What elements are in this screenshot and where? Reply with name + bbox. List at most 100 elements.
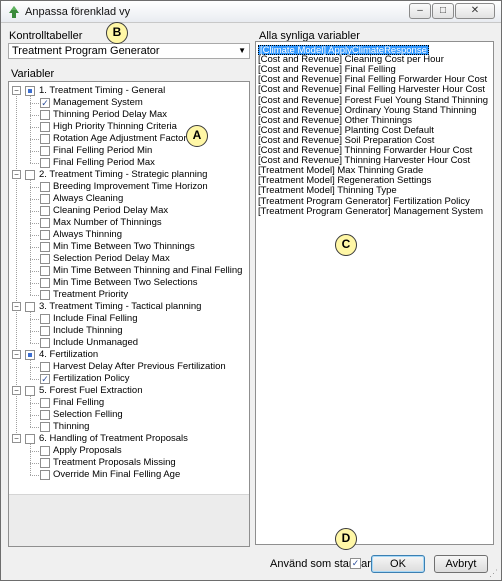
tree-item-checkbox[interactable] bbox=[40, 194, 50, 204]
tree-item-label[interactable]: Always Thinning bbox=[53, 229, 122, 241]
resize-grip-icon[interactable]: ⋰ bbox=[489, 568, 499, 578]
tree-item-label[interactable]: Include Thinning bbox=[53, 325, 123, 337]
tree-item-label[interactable]: Min Time Between Thinning and Final Fell… bbox=[53, 265, 242, 277]
tree-item-label[interactable]: Max Number of Thinnings bbox=[53, 217, 162, 229]
tree-item-label[interactable]: Selection Period Delay Max bbox=[53, 253, 170, 265]
visible-variable-item[interactable]: [Cost and Revenue] Forest Fuel Young Sta… bbox=[258, 95, 488, 106]
callout-badge-b: B bbox=[106, 22, 128, 44]
tree-item-label[interactable]: Apply Proposals bbox=[53, 445, 122, 457]
tree-item-label[interactable]: Selection Felling bbox=[53, 409, 123, 421]
tree-item-label[interactable]: Min Time Between Two Selections bbox=[53, 277, 198, 289]
tree-item-checkbox[interactable] bbox=[40, 230, 50, 240]
use-as-default-checkbox[interactable]: ✓ bbox=[350, 558, 361, 569]
visible-variables-list[interactable]: [Climate Model] ApplyClimateResponse [Cos… bbox=[255, 41, 494, 545]
cancel-button[interactable]: Avbryt bbox=[434, 555, 488, 573]
tree-item-label[interactable]: Always Cleaning bbox=[53, 193, 123, 205]
tree-item-label[interactable]: High Priority Thinning Criteria bbox=[53, 121, 177, 133]
tree-item-checkbox[interactable] bbox=[40, 290, 50, 300]
tree-group-label[interactable]: 5. Forest Fuel Extraction bbox=[39, 385, 142, 397]
visible-variable-item[interactable]: [Treatment Program Generator] Fertilizat… bbox=[258, 196, 470, 207]
tree-item-checkbox[interactable] bbox=[40, 338, 50, 348]
tree-item-checkbox[interactable] bbox=[40, 362, 50, 372]
tree-item-label[interactable]: Override Min Final Felling Age bbox=[53, 469, 180, 481]
tree-group-checkbox[interactable] bbox=[25, 86, 35, 96]
tree-expander-icon[interactable]: − bbox=[12, 170, 21, 179]
callout-badge-a: A bbox=[186, 125, 208, 147]
title-bar[interactable]: Anpassa förenklad vy – □ ✕ bbox=[1, 1, 501, 23]
tree-connector bbox=[30, 271, 39, 272]
visible-variable-item[interactable]: [Treatment Program Generator] Management… bbox=[258, 206, 483, 217]
tree-group-checkbox[interactable] bbox=[25, 302, 35, 312]
tree-item-checkbox[interactable] bbox=[40, 134, 50, 144]
tree-item-checkbox[interactable] bbox=[40, 470, 50, 480]
tree-group-label[interactable]: 2. Treatment Timing - Strategic planning bbox=[39, 169, 207, 181]
tree-item-checkbox[interactable]: ✓ bbox=[40, 374, 50, 384]
tree-item-label[interactable]: Harvest Delay After Previous Fertilizati… bbox=[53, 361, 226, 373]
tree-group-checkbox[interactable] bbox=[25, 350, 35, 360]
tree-item-label[interactable]: Thinning Period Delay Max bbox=[53, 109, 167, 121]
tree-item-checkbox[interactable] bbox=[40, 326, 50, 336]
minimize-button[interactable]: – bbox=[409, 3, 431, 19]
tree-item-label[interactable]: Cleaning Period Delay Max bbox=[53, 205, 168, 217]
tree-connector bbox=[30, 444, 31, 475]
tree-icon bbox=[9, 6, 19, 18]
tree-item-label[interactable]: Include Final Felling bbox=[53, 313, 138, 325]
tree-group-label[interactable]: 6. Handling of Treatment Proposals bbox=[39, 433, 188, 445]
tree-item-checkbox[interactable] bbox=[40, 266, 50, 276]
tree-group-checkbox[interactable] bbox=[25, 386, 35, 396]
close-button[interactable]: ✕ bbox=[455, 3, 495, 19]
tree-item-checkbox[interactable] bbox=[40, 422, 50, 432]
tree-item-checkbox[interactable]: ✓ bbox=[40, 98, 50, 108]
tree-item-checkbox[interactable] bbox=[40, 314, 50, 324]
tree-item-checkbox[interactable] bbox=[40, 122, 50, 132]
tree-item-checkbox[interactable] bbox=[40, 218, 50, 228]
tree-item-label[interactable]: Final Felling bbox=[53, 397, 104, 409]
tree-connector bbox=[30, 187, 39, 188]
tree-item-checkbox[interactable] bbox=[40, 398, 50, 408]
tree-item-checkbox[interactable] bbox=[40, 158, 50, 168]
tree-item-checkbox[interactable] bbox=[40, 278, 50, 288]
tree-expander-icon[interactable]: − bbox=[12, 86, 21, 95]
tree-item-checkbox[interactable] bbox=[40, 110, 50, 120]
tree-expander-icon[interactable]: − bbox=[12, 302, 21, 311]
tree-item-label[interactable]: Treatment Priority bbox=[53, 289, 128, 301]
tree-item-checkbox[interactable] bbox=[40, 242, 50, 252]
tree-item-checkbox[interactable] bbox=[40, 458, 50, 468]
tree-connector bbox=[30, 427, 39, 428]
tree-group-label[interactable]: 1. Treatment Timing - General bbox=[39, 85, 165, 97]
tree-item-label[interactable]: Management System bbox=[53, 97, 143, 109]
tree-connector bbox=[30, 247, 39, 248]
tree-item-label[interactable]: Treatment Proposals Missing bbox=[53, 457, 176, 469]
tree-item-label[interactable]: Final Felling Period Min bbox=[53, 145, 152, 157]
tree-expander-icon[interactable]: − bbox=[12, 350, 21, 359]
tree-item-checkbox[interactable] bbox=[40, 254, 50, 264]
tree-item-checkbox[interactable] bbox=[40, 182, 50, 192]
tree-item-label[interactable]: Include Unmanaged bbox=[53, 337, 138, 349]
tree-item-label[interactable]: Min Time Between Two Thinnings bbox=[53, 241, 195, 253]
tree-item-checkbox[interactable] bbox=[40, 146, 50, 156]
tree-item-checkbox[interactable] bbox=[40, 410, 50, 420]
control-table-dropdown[interactable]: Treatment Program Generator ▼ bbox=[8, 43, 250, 59]
tree-item-label[interactable]: Fertilization Policy bbox=[53, 373, 130, 385]
tree-item-label[interactable]: Thinning bbox=[53, 421, 89, 433]
tree-connector bbox=[30, 163, 39, 164]
tree-group-label[interactable]: 3. Treatment Timing - Tactical planning bbox=[39, 301, 201, 313]
tree-item-label[interactable]: Rotation Age Adjustment Factor bbox=[53, 133, 187, 145]
variables-tree[interactable]: −1. Treatment Timing - General ✓ Managemen… bbox=[8, 81, 250, 547]
visible-variable-item[interactable]: [Treatment Model] Thinning Type bbox=[258, 186, 397, 196]
tree-item-checkbox[interactable] bbox=[40, 446, 50, 456]
tree-item-label[interactable]: Breeding Improvement Time Horizon bbox=[53, 181, 208, 193]
tree-group-label[interactable]: 4. Fertilization bbox=[39, 349, 98, 361]
visible-variable-item[interactable]: [Cost and Revenue] Final Felling Harvest… bbox=[258, 85, 485, 95]
tree-group-checkbox[interactable] bbox=[25, 434, 35, 444]
tree-expander-icon[interactable]: − bbox=[12, 434, 21, 443]
tree-group-checkbox[interactable] bbox=[25, 170, 35, 180]
tree-item-checkbox[interactable] bbox=[40, 206, 50, 216]
tree-connector bbox=[30, 319, 39, 320]
ok-button[interactable]: OK bbox=[371, 555, 425, 573]
maximize-button[interactable]: □ bbox=[432, 3, 454, 19]
tree-connector bbox=[30, 295, 39, 296]
tree-item-label[interactable]: Final Felling Period Max bbox=[53, 157, 155, 169]
tree-connector bbox=[30, 103, 39, 104]
tree-expander-icon[interactable]: − bbox=[12, 386, 21, 395]
